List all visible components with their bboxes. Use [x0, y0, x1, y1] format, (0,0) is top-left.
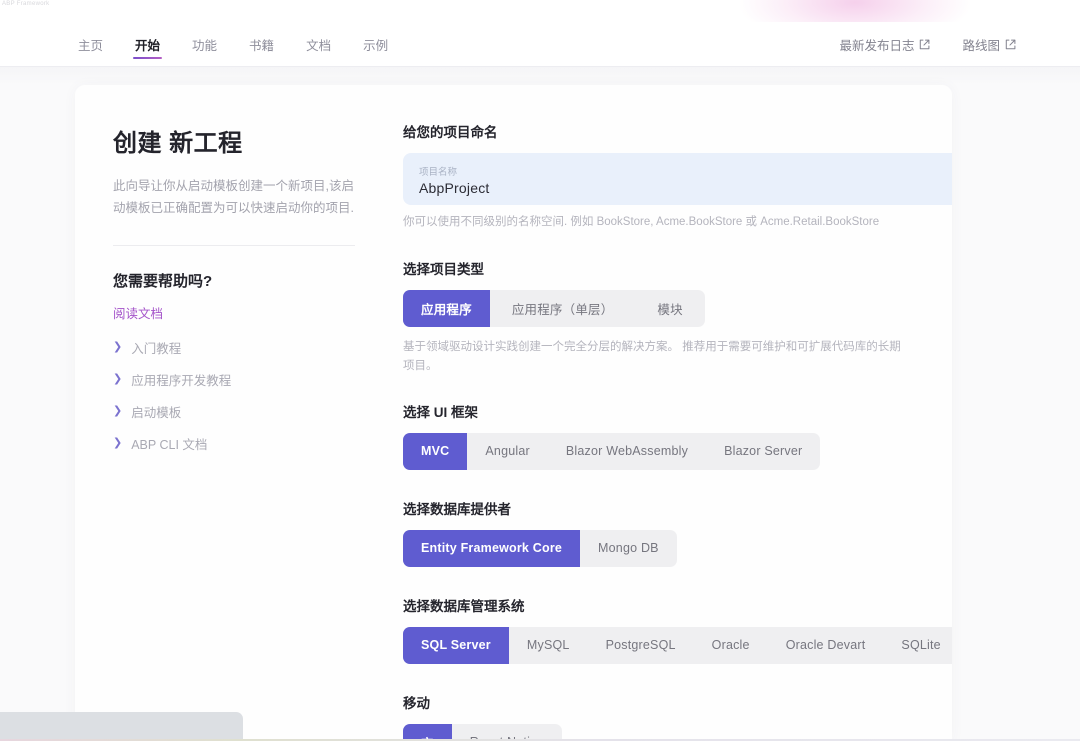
nav-item-label: 功能	[192, 38, 218, 53]
nav-item-home[interactable]: 主页	[62, 22, 119, 66]
chevron-right-icon: ❯	[113, 373, 123, 385]
ui-framework-option-blazor-server[interactable]: Blazor Server	[706, 433, 820, 470]
ui-framework-option-angular[interactable]: Angular	[467, 433, 548, 470]
help-link-label: 启动模板	[131, 406, 182, 420]
nav-external-label: 最新发布日志	[839, 38, 915, 53]
browser-ghost-text: ABP Framework	[2, 1, 50, 7]
browser-chrome-strip: ABP Framework	[0, 0, 1080, 22]
section-ui-framework: 选择 UI 框架 MVC Angular Blazor WebAssembly …	[403, 401, 952, 470]
nav-item-get-started[interactable]: 开始	[119, 22, 176, 66]
ui-framework-segmented-control: MVC Angular Blazor WebAssembly Blazor Se…	[403, 432, 821, 470]
help-link-label: ABP CLI 文档	[131, 438, 208, 452]
external-link-icon	[919, 39, 930, 50]
database-provider-segmented-control: Entity Framework Core Mongo DB	[403, 529, 677, 567]
dbms-option-oracle[interactable]: Oracle	[694, 627, 768, 664]
dbms-option-sql-server[interactable]: SQL Server	[403, 626, 509, 664]
project-type-option-module[interactable]: 模块	[635, 290, 704, 327]
help-link-app-dev-tutorial[interactable]: ❯ 应用程序开发教程	[113, 370, 355, 389]
help-link-list: ❯ 入门教程 ❯ 应用程序开发教程 ❯ 启动模板 ❯ ABP CLI 文档	[113, 338, 355, 453]
section-title: 选择项目类型	[403, 261, 484, 277]
nav-item-label: 文档	[306, 38, 332, 53]
nav-primary-links: 主页 开始 功能 书籍 文档 示例	[62, 22, 404, 66]
section-title: 移动	[403, 695, 430, 711]
section-mobile: 移动 空 React Native	[403, 692, 952, 741]
project-type-option-application-single-layer[interactable]: 应用程序（单层）	[490, 290, 636, 327]
project-name-hint: 你可以使用不同级别的名称空间. 例如 BookStore, Acme.BookS…	[403, 216, 880, 228]
help-link-label: 入门教程	[131, 342, 182, 356]
project-type-segmented-control: 应用程序 应用程序（单层） 模块	[403, 289, 705, 327]
ui-framework-option-mvc[interactable]: MVC	[403, 432, 468, 470]
ui-framework-option-blazor-webassembly[interactable]: Blazor WebAssembly	[548, 433, 706, 470]
nav-external-links: 最新发布日志 路线图	[823, 22, 1032, 66]
wizard-description: 此向导让你从启动模板创建一个新项目,该启动模板已正确配置为可以快速启动你的项目.	[113, 179, 354, 215]
project-name-field[interactable]: 项目名称 AbpProject	[403, 153, 952, 205]
dbms-option-postgresql[interactable]: PostgreSQL	[588, 627, 694, 664]
section-title: 给您的项目命名	[403, 125, 498, 140]
left-panel-divider	[113, 245, 355, 246]
nav-item-features[interactable]: 功能	[176, 22, 233, 66]
help-link-startup-templates[interactable]: ❯ 启动模板	[113, 402, 355, 421]
nav-item-label: 示例	[363, 38, 389, 53]
nav-item-label: 开始	[135, 38, 161, 53]
page-title: 创建 新工程	[113, 130, 243, 157]
database-provider-option-mongodb[interactable]: Mongo DB	[580, 530, 677, 567]
nav-item-docs[interactable]: 文档	[290, 22, 347, 66]
dbms-option-sqlite[interactable]: SQLite	[883, 627, 952, 664]
project-type-option-application[interactable]: 应用程序	[403, 289, 490, 327]
section-title: 选择数据库管理系统	[403, 598, 525, 614]
nav-item-roadmap[interactable]: 路线图	[946, 35, 1032, 54]
chevron-right-icon: ❯	[113, 341, 123, 353]
nav-item-label: 书籍	[249, 38, 275, 53]
help-heading: 您需要帮助吗?	[113, 273, 213, 290]
section-project-name: 给您的项目命名 项目名称 AbpProject 你可以使用不同级别的名称空间. …	[403, 121, 952, 232]
nav-item-release-notes[interactable]: 最新发布日志	[823, 35, 946, 54]
dbms-segmented-control: SQL Server MySQL PostgreSQL Oracle Oracl…	[403, 626, 952, 664]
wizard-form-panel: 给您的项目命名 项目名称 AbpProject 你可以使用不同级别的名称空间. …	[395, 85, 952, 741]
wizard-left-panel: 创建 新工程 此向导让你从启动模板创建一个新项目,该启动模板已正确配置为可以快速…	[75, 85, 395, 741]
external-link-icon	[1005, 39, 1016, 50]
help-link-abp-cli-docs[interactable]: ❯ ABP CLI 文档	[113, 434, 355, 453]
section-dbms: 选择数据库管理系统 SQL Server MySQL PostgreSQL Or…	[403, 595, 952, 664]
nav-item-samples[interactable]: 示例	[347, 22, 404, 66]
nav-item-books[interactable]: 书籍	[233, 22, 290, 66]
help-link-label: 应用程序开发教程	[131, 374, 232, 388]
nav-external-label: 路线图	[962, 38, 1000, 53]
project-name-input[interactable]: AbpProject	[419, 180, 943, 196]
database-provider-option-ef-core[interactable]: Entity Framework Core	[403, 529, 581, 567]
section-title: 选择数据库提供者	[403, 501, 511, 517]
project-type-hint: 基于领域驱动设计实践创建一个完全分层的解决方案。 推荐用于需要可维护和可扩展代码…	[403, 340, 901, 373]
read-docs-link[interactable]: 阅读文档	[113, 303, 163, 322]
create-project-wizard-card: 创建 新工程 此向导让你从启动模板创建一个新项目,该启动模板已正确配置为可以快速…	[75, 85, 952, 741]
section-database-provider: 选择数据库提供者 Entity Framework Core Mongo DB	[403, 498, 952, 567]
project-name-field-label: 项目名称	[419, 167, 458, 178]
help-link-getting-started-tutorial[interactable]: ❯ 入门教程	[113, 338, 355, 357]
chevron-right-icon: ❯	[113, 437, 123, 449]
dbms-option-mysql[interactable]: MySQL	[509, 627, 588, 664]
top-navigation-bar: 主页 开始 功能 书籍 文档 示例 最新发布日志 路线图	[0, 22, 1080, 67]
chevron-right-icon: ❯	[113, 405, 123, 417]
browser-download-bar[interactable]	[0, 712, 243, 739]
section-title: 选择 UI 框架	[403, 404, 479, 420]
dbms-option-oracle-devart[interactable]: Oracle Devart	[768, 627, 884, 664]
nav-item-label: 主页	[78, 38, 104, 53]
section-project-type: 选择项目类型 应用程序 应用程序（单层） 模块 基于领域驱动设计实践创建一个完全…	[403, 258, 952, 377]
